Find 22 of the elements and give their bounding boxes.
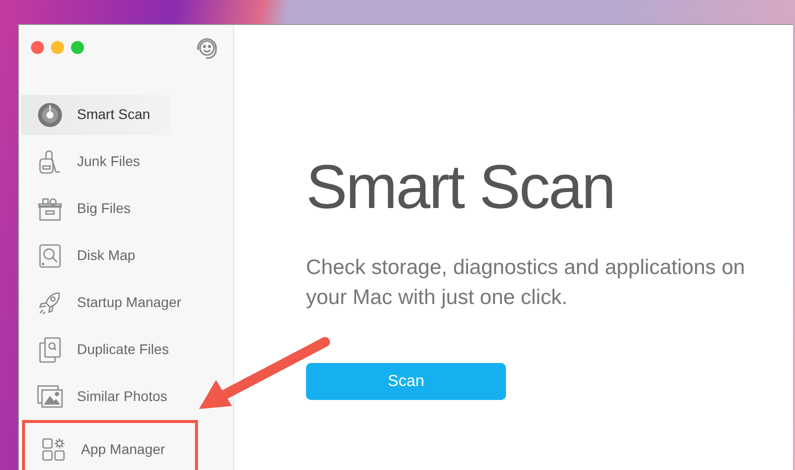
sidebar-item[interactable]: Startup Manager — [21, 282, 191, 322]
minimize-button[interactable] — [51, 41, 64, 54]
support-headset-icon[interactable] — [195, 37, 219, 61]
page-title: Smart Scan — [306, 157, 614, 219]
sidebar-item[interactable]: Smart Scan — [21, 94, 171, 134]
vacuum-icon — [37, 148, 63, 174]
sidebar-item[interactable]: Big Files — [21, 188, 191, 228]
photos-icon — [37, 384, 63, 410]
rocket-icon — [37, 290, 63, 316]
close-button[interactable] — [31, 41, 44, 54]
sidebar-item[interactable]: Disk Map — [21, 236, 191, 276]
description: Check storage, diagnostics and applications on your Mac with just one click. — [306, 255, 746, 311]
duplicate-files-icon — [37, 336, 63, 362]
sidebar-item[interactable]: Duplicate Files — [21, 330, 191, 370]
apps-gear-icon — [41, 436, 67, 462]
maximize-button[interactable] — [71, 41, 84, 54]
box-icon — [37, 196, 63, 222]
drive-search-icon — [37, 242, 63, 268]
sidebar-item[interactable]: Similar Photos — [21, 376, 191, 416]
sidebar-item[interactable]: App Manager — [25, 423, 195, 470]
sidebar-item[interactable]: Junk Files — [21, 142, 191, 182]
disc-icon — [37, 102, 63, 128]
